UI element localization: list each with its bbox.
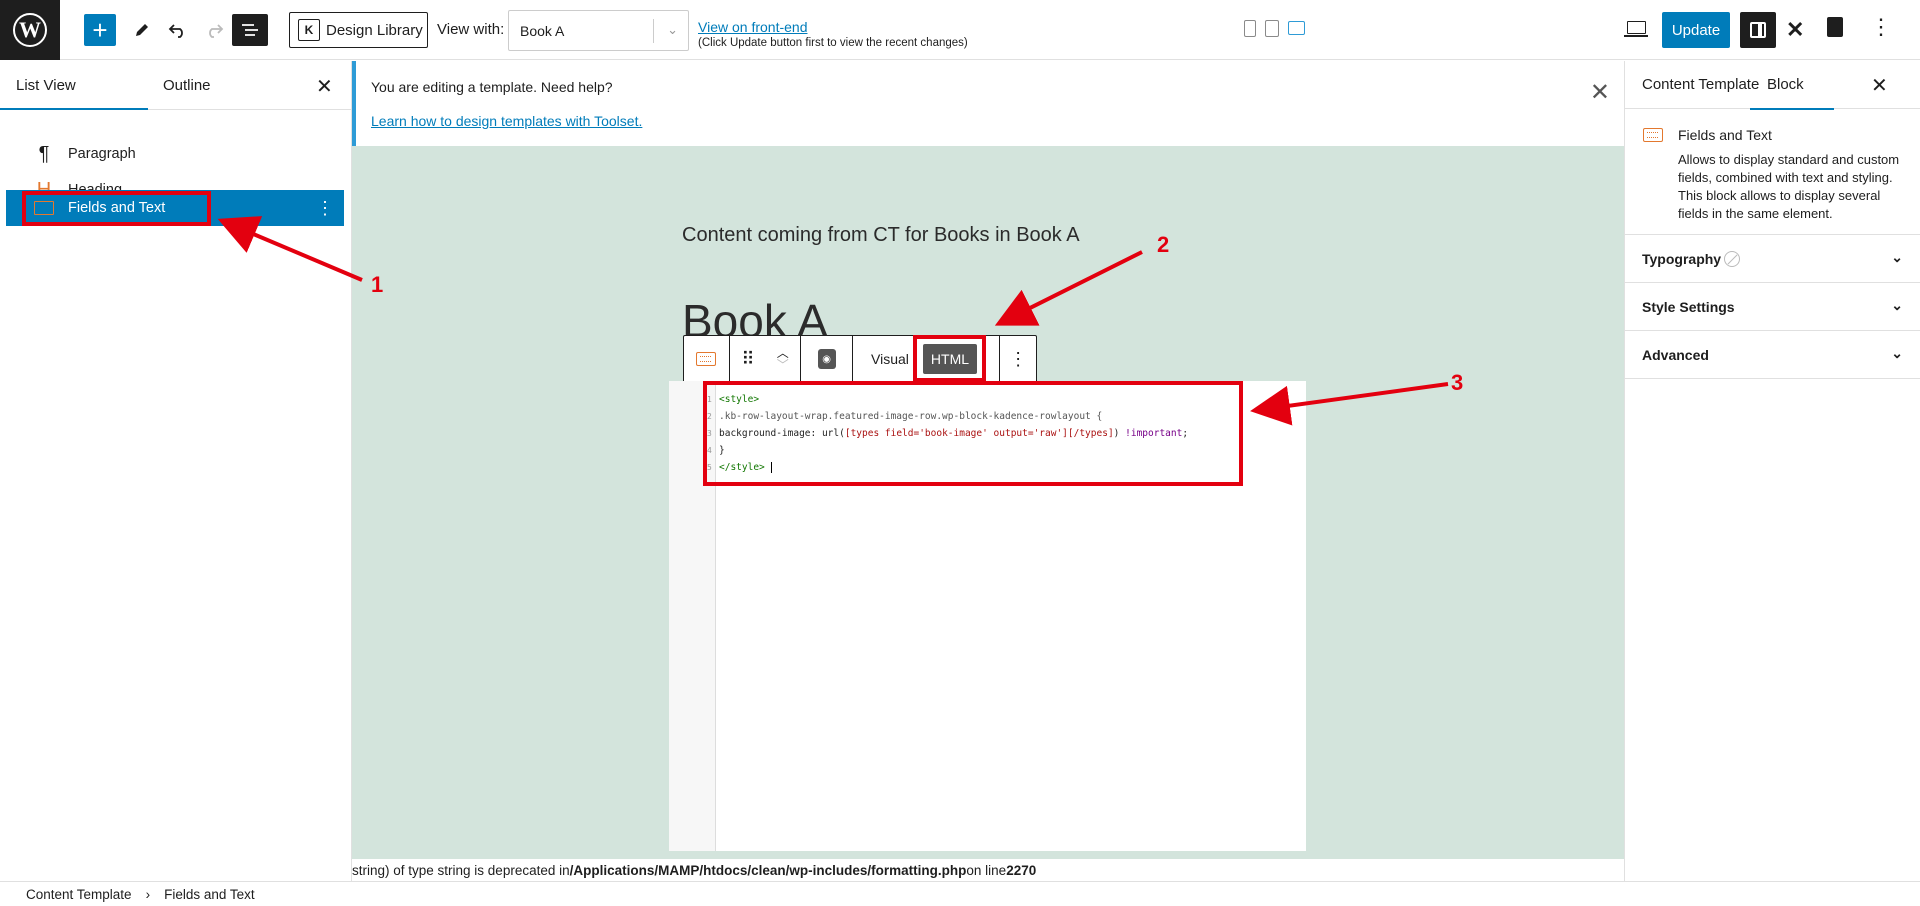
editor-top-toolbar: W + K Design Library View with: Book A ⌄… xyxy=(0,0,1920,60)
eye-icon: ◉ xyxy=(817,349,836,369)
tab-list-view[interactable]: List View xyxy=(0,77,148,110)
breadcrumb: Content Template › Fields and Text xyxy=(0,881,1920,906)
tab-content-template[interactable]: Content Template xyxy=(1642,76,1759,93)
document-overview-button[interactable] xyxy=(232,14,268,46)
block-description: Allows to display standard and custom fi… xyxy=(1678,152,1900,221)
update-button[interactable]: Update xyxy=(1662,12,1730,48)
list-view-tabs: List View Outline ✕ xyxy=(0,61,351,110)
toolset-logo-icon: K xyxy=(298,19,320,41)
options-more-icon: ⋮ xyxy=(1009,348,1028,369)
drag-handle-icon[interactable]: ⠿ xyxy=(741,349,754,370)
panel-style-settings[interactable]: Style Settings ⌄ xyxy=(1625,283,1920,331)
tablet-device-icon[interactable] xyxy=(1265,20,1279,37)
preview-toggle-button[interactable]: ◉ xyxy=(801,336,854,382)
annotation-number-2: 2 xyxy=(1157,232,1170,257)
view-on-frontend-link[interactable]: View on front-end xyxy=(698,19,968,35)
redo-button[interactable] xyxy=(198,14,230,46)
visual-mode-button[interactable]: Visual xyxy=(865,351,915,367)
select-divider xyxy=(653,19,654,43)
panel-typography[interactable]: Typography ⌄ xyxy=(1625,235,1920,283)
toolset-plugin-icon[interactable]: ✕ xyxy=(1786,17,1804,43)
block-type-button[interactable] xyxy=(684,336,730,382)
view-with-value: Book A xyxy=(520,22,565,39)
wordpress-logo-icon: W xyxy=(13,13,47,47)
panel-advanced[interactable]: Advanced ⌄ xyxy=(1625,331,1920,379)
list-item-label: Paragraph xyxy=(68,146,136,162)
plugin-block-icon[interactable] xyxy=(1827,17,1843,37)
chevron-right-icon: › xyxy=(145,886,151,902)
annotation-box-1 xyxy=(22,191,211,226)
annotation-box-3 xyxy=(703,381,1243,486)
mobile-device-icon[interactable] xyxy=(1244,20,1256,37)
template-notice: You are editing a template. Need help? L… xyxy=(352,61,1624,146)
block-name: Fields and Text xyxy=(1678,127,1772,143)
tab-block[interactable]: Block xyxy=(1750,76,1834,110)
keyboard-block-icon xyxy=(696,352,717,366)
design-library-button[interactable]: K Design Library xyxy=(289,12,428,48)
annotation-number-1: 1 xyxy=(371,272,384,297)
undo-button[interactable] xyxy=(162,14,194,46)
close-icon[interactable]: ✕ xyxy=(316,74,333,99)
chevron-down-icon: ⌄ xyxy=(1891,297,1903,313)
notice-help-link[interactable]: Learn how to design templates with Tools… xyxy=(371,113,642,129)
wordpress-logo-button[interactable]: W xyxy=(0,0,60,60)
block-info-card: Fields and Text Allows to display standa… xyxy=(1625,110,1920,235)
sidebar-toggle-icon xyxy=(1750,22,1766,38)
chevron-down-icon: ⌄ xyxy=(1891,345,1903,361)
keyboard-block-icon xyxy=(1643,128,1663,142)
tools-pencil-button[interactable] xyxy=(126,14,158,46)
settings-sidebar: Content Template Block ✕ Fields and Text… xyxy=(1624,61,1920,881)
options-more-icon[interactable]: ⋮ xyxy=(1870,14,1892,40)
frontend-note: (Click Update button first to view the r… xyxy=(698,37,968,49)
undo-icon xyxy=(168,24,183,38)
content-paragraph[interactable]: Content coming from CT for Books in Book… xyxy=(682,224,1080,247)
move-controls: ⠿ ︿ ﹀ xyxy=(730,336,802,382)
add-block-button[interactable]: + xyxy=(84,14,116,46)
block-options-button[interactable]: ⋮ xyxy=(1000,336,1036,382)
settings-sidebar-button[interactable] xyxy=(1740,12,1776,48)
chevron-down-icon[interactable]: ﹀ xyxy=(777,359,789,371)
view-with-select[interactable]: Book A ⌄ xyxy=(508,10,689,51)
desktop-device-icon[interactable] xyxy=(1288,21,1305,35)
list-view-panel: List View Outline ✕ ¶ Paragraph H Headin… xyxy=(0,61,352,881)
list-view-icon xyxy=(242,24,258,36)
settings-tabs: Content Template Block ✕ xyxy=(1625,61,1920,110)
tab-outline[interactable]: Outline xyxy=(163,77,211,94)
plus-icon: + xyxy=(92,15,108,45)
annotation-box-2 xyxy=(913,335,986,382)
breadcrumb-item[interactable]: Fields and Text xyxy=(164,887,255,902)
design-library-label: Design Library xyxy=(326,21,423,39)
deprecation-warning: string) of type string is deprecated in … xyxy=(352,859,1624,881)
annotation-number-3: 3 xyxy=(1451,370,1464,395)
chevron-down-icon: ⌄ xyxy=(667,22,678,37)
pencil-icon xyxy=(136,24,148,36)
preview-laptop-icon[interactable] xyxy=(1624,21,1648,37)
reset-indicator-icon xyxy=(1724,250,1741,267)
item-options-icon[interactable]: ⋮ xyxy=(316,198,334,219)
close-icon[interactable]: ✕ xyxy=(1871,73,1888,98)
redo-icon xyxy=(209,24,224,38)
list-item-paragraph[interactable]: ¶ Paragraph xyxy=(6,136,344,172)
view-with-label: View with: xyxy=(437,21,505,38)
paragraph-icon: ¶ xyxy=(38,142,50,165)
device-preview-switcher xyxy=(1244,20,1305,37)
frontend-link-group: View on front-end (Click Update button f… xyxy=(698,19,968,49)
close-notice-icon[interactable]: ✕ xyxy=(1590,78,1610,107)
notice-text: You are editing a template. Need help? xyxy=(371,79,613,95)
breadcrumb-item[interactable]: Content Template xyxy=(26,887,132,902)
move-arrows[interactable]: ︿ ﹀ xyxy=(777,347,789,371)
chevron-down-icon: ⌄ xyxy=(1891,249,1903,265)
